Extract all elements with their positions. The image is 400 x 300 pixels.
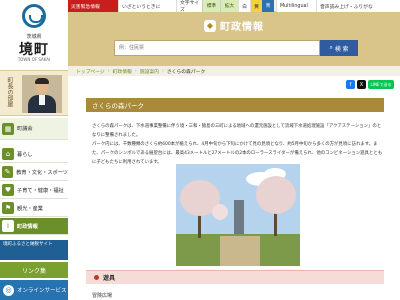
- bullet-icon: [94, 275, 99, 280]
- utility-bar: 災害緊急情報 いざというときに 文字サイズ 標準 拡大 白 黄 青 Multil…: [68, 0, 400, 13]
- park-photo: [176, 164, 300, 266]
- flag-icon: ⚑: [2, 202, 14, 214]
- building-icon: ▦: [2, 122, 14, 135]
- page: 茨城県 境町 TOWN OF SAKAI 町長の部屋 ▦ 町議会 ⌂ 暮らし ✎…: [0, 0, 400, 300]
- town-emblem-icon: [22, 4, 46, 28]
- online-service-button[interactable]: ◎ オンラインサービス: [0, 280, 68, 300]
- x-icon[interactable]: X: [357, 80, 366, 89]
- search-input[interactable]: [114, 40, 320, 56]
- breadcrumb-current: さくらの森パーク: [166, 69, 206, 75]
- equipment-heading: 遊具: [86, 270, 384, 284]
- site-search: ⌕ 検 索: [114, 40, 358, 56]
- sidebar-item-label: 町政情報: [17, 223, 38, 230]
- search-button-label: 検 索: [334, 46, 349, 53]
- sidebar-item-tourism[interactable]: ⚑ 観光・産業: [0, 200, 68, 217]
- language-button[interactable]: Multilingual: [276, 0, 316, 12]
- online-service-label: オンラインサービス: [17, 288, 67, 294]
- font-size-label: 文字サイズ: [176, 0, 202, 13]
- book-icon: ✎: [2, 166, 14, 178]
- sidebar-item-label: 町議会: [17, 126, 33, 132]
- sidebar-item-education[interactable]: ✎ 教育・文化・スポーツ: [0, 164, 68, 181]
- section-title-text: 町政情報: [220, 22, 264, 33]
- breadcrumb: トップページ › 町政情報 › 施設案内 › さくらの森パーク: [68, 66, 400, 76]
- breadcrumb-item[interactable]: 施設案内: [140, 68, 159, 75]
- mayor-room-label: 町長の部屋: [6, 77, 13, 107]
- sidebar-item-childcare[interactable]: ♥ 子育て・健康・福祉: [0, 182, 68, 199]
- breadcrumb-item[interactable]: トップページ: [76, 68, 105, 75]
- house-icon: ⌂: [2, 148, 14, 160]
- search-icon: ⌕: [329, 44, 333, 51]
- logo-town-name: 境町: [19, 42, 49, 58]
- font-normal-button[interactable]: 標準: [202, 0, 220, 12]
- body-paragraph: さくらの森パークは、下水道事業整備に伴う境・三和・猿島の三町による地域への還元施…: [92, 124, 382, 138]
- emergency-guide-link[interactable]: いざというときに: [118, 0, 176, 12]
- globe-icon: ◎: [3, 284, 14, 296]
- furusato-banner[interactable]: 境町ふるさと納税サイト: [0, 240, 68, 260]
- heart-icon: ♥: [2, 184, 14, 196]
- color-yellow-button[interactable]: 黄: [250, 0, 262, 12]
- sidebar-item-label: 教育・文化・スポーツ: [16, 169, 68, 176]
- info-icon: i: [2, 220, 14, 232]
- breadcrumb-separator: ›: [161, 68, 164, 74]
- share-buttons: f X LINEで送る: [310, 80, 394, 90]
- logo-english: TOWN OF SAKAI: [17, 57, 51, 62]
- sidebar-item-town-info[interactable]: i 町政情報: [0, 218, 68, 235]
- equipment-item: 冒険広場: [92, 293, 113, 299]
- page-title: さくらの森パーク: [86, 98, 384, 112]
- color-blue-button[interactable]: 青: [262, 0, 274, 12]
- mayor-photo: [22, 75, 62, 113]
- link-collection-button[interactable]: リンク集: [0, 262, 68, 278]
- page-body: さくらの森パークは、下水道事業整備に伴う境・三和・猿島の三町による地域への還元施…: [92, 122, 384, 167]
- facebook-icon[interactable]: f: [346, 80, 355, 89]
- voice-reading-button[interactable]: 音声読み上げ・ふりがな: [316, 0, 400, 12]
- color-white-button[interactable]: 白: [238, 0, 250, 12]
- body-paragraph: パーク内には、千数種類のさくら約600本が植えられ、4月中旬から下旬にかけて見の…: [92, 142, 383, 165]
- mayor-room-link[interactable]: 町長の部屋: [0, 70, 68, 116]
- font-large-button[interactable]: 拡大: [220, 0, 238, 12]
- sidebar-item-council[interactable]: ▦ 町議会: [0, 118, 68, 140]
- sidebar: 茨城県 境町 TOWN OF SAKAI 町長の部屋 ▦ 町議会 ⌂ 暮らし ✎…: [0, 0, 68, 300]
- line-share-button[interactable]: LINEで送る: [368, 80, 394, 89]
- breadcrumb-item[interactable]: 町政情報: [113, 68, 132, 75]
- section-header: ◆ 町政情報 ⌕ 検 索: [68, 12, 400, 70]
- sidebar-item-label: 暮らし: [17, 151, 33, 158]
- equipment-heading-text: 遊具: [103, 275, 116, 282]
- breadcrumb-separator: ›: [107, 68, 110, 74]
- sidebar-item-label: 観光・産業: [17, 205, 43, 212]
- breadcrumb-separator: ›: [134, 68, 137, 74]
- emergency-info-link[interactable]: 災害緊急情報: [68, 0, 118, 12]
- sidebar-item-label: 子育て・健康・福祉: [17, 187, 64, 194]
- site-logo[interactable]: 茨城県 境町 TOWN OF SAKAI: [0, 0, 68, 66]
- section-title: ◆ 町政情報: [68, 18, 400, 33]
- bookmark-icon: ◆: [204, 19, 216, 32]
- search-button[interactable]: ⌕ 検 索: [320, 40, 358, 56]
- sidebar-item-living[interactable]: ⌂ 暮らし: [0, 146, 68, 163]
